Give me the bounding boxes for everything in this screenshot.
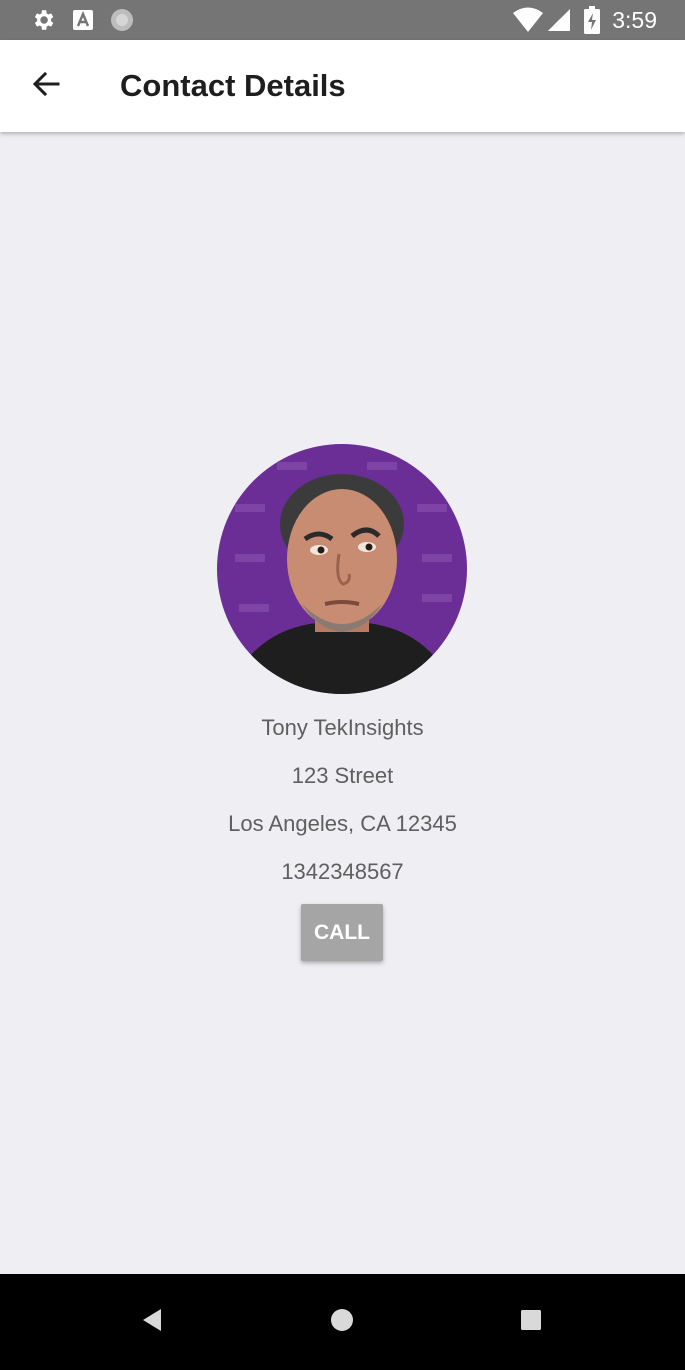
- contact-city: Los Angeles, CA 12345: [228, 811, 457, 836]
- circle-icon: [110, 0, 134, 40]
- page-title: Contact Details: [120, 68, 346, 103]
- app-bar: Contact Details: [0, 40, 685, 132]
- call-button[interactable]: CALL: [301, 904, 383, 961]
- nav-recents-button[interactable]: [511, 1302, 551, 1342]
- navigation-bar: [0, 1274, 685, 1370]
- a-letter-icon: [72, 0, 94, 40]
- status-time: 3:59: [612, 7, 657, 33]
- contact-street: 123 Street: [291, 763, 394, 788]
- gear-icon: [30, 0, 56, 40]
- battery-charging-icon: [584, 0, 600, 40]
- back-triangle-icon: [141, 1308, 163, 1337]
- recents-square-icon: [520, 1309, 542, 1336]
- arrow-left-icon: [31, 69, 61, 104]
- nav-back-button[interactable]: [132, 1302, 172, 1342]
- contact-name: Tony TekInsights: [261, 715, 424, 740]
- contact-phone: 1342348567: [281, 859, 404, 884]
- nav-home-button[interactable]: [322, 1302, 362, 1342]
- status-bar: 3:59: [0, 0, 685, 40]
- back-button[interactable]: [22, 62, 70, 110]
- signal-icon: [546, 0, 572, 40]
- wifi-icon: [512, 0, 544, 40]
- home-circle-icon: [330, 1308, 354, 1337]
- avatar: [217, 444, 467, 694]
- contact-details-content: Tony TekInsights 123 Street Los Angeles,…: [0, 132, 685, 1274]
